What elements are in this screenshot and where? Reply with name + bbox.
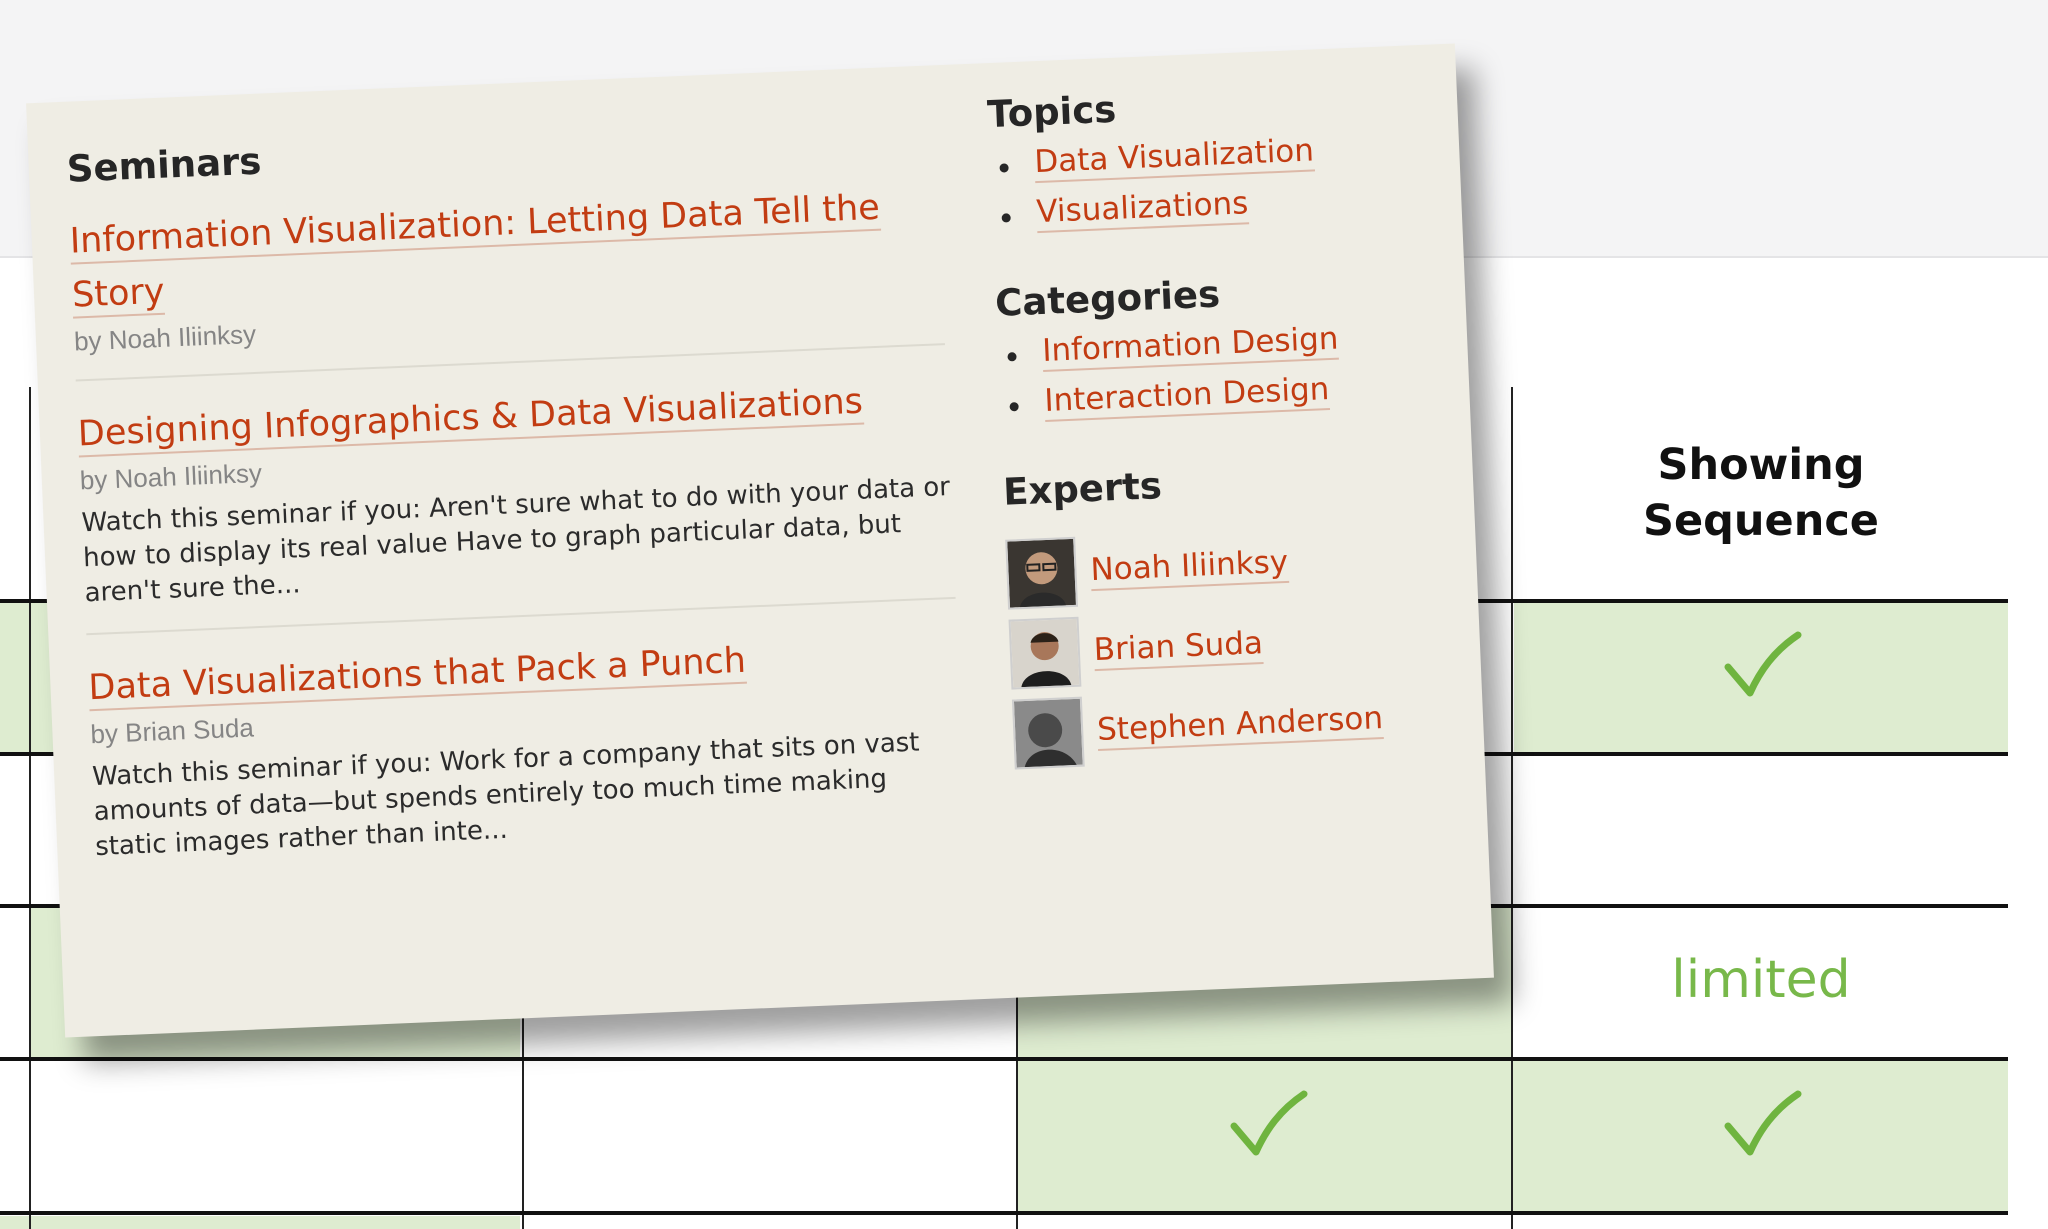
seminar-description: Watch this seminar if you: Work for a co… — [91, 727, 921, 863]
seminar-item: Designing Infographics & Data Visualizat… — [75, 343, 956, 634]
table-cell-green — [0, 1216, 520, 1229]
limited-label: limited — [1671, 950, 1851, 1010]
table-row-border — [0, 1211, 2008, 1215]
seminar-list: Information Visualization: Letting Data … — [69, 178, 967, 888]
topic-link[interactable]: Data Visualization — [1033, 132, 1315, 184]
column-header-showing-sequence: Showing Sequence — [1514, 385, 2008, 600]
seminar-item: Data Visualizations that Pack a Punch by… — [86, 596, 967, 888]
topics-heading: Topics — [986, 87, 1118, 137]
topic-link[interactable]: Visualizations — [1035, 185, 1250, 234]
seminar-card: Seminars Information Visualization: Lett… — [26, 43, 1494, 1038]
table-row-border — [0, 1057, 2008, 1061]
experts-heading: Experts — [1002, 464, 1163, 514]
avatar[interactable] — [1008, 616, 1082, 690]
categories-heading: Categories — [994, 272, 1221, 325]
category-link[interactable]: Information Design — [1041, 320, 1340, 372]
expert-item: Noah Iliinksy — [1005, 521, 1448, 610]
seminars-section: Seminars Information Visualization: Lett… — [65, 111, 967, 888]
seminar-description: Watch this seminar if you: Aren't sure w… — [81, 472, 951, 609]
seminars-heading: Seminars — [65, 139, 263, 191]
expert-item: Stephen Anderson — [1011, 681, 1455, 770]
expert-name-link[interactable]: Noah Iliinksy — [1089, 543, 1289, 591]
header-line: Sequence — [1643, 495, 1879, 546]
expert-name-link[interactable]: Brian Suda — [1093, 624, 1264, 671]
categories-list: Information Design Interaction Design — [997, 316, 1440, 422]
avatar[interactable] — [1011, 696, 1085, 770]
table-divider — [29, 387, 31, 1229]
list-item: Visualizations — [991, 178, 1432, 234]
table-divider — [1511, 387, 1513, 1229]
category-link[interactable]: Interaction Design — [1043, 371, 1331, 422]
topics-list: Data Visualization Visualizations — [989, 128, 1432, 234]
checkmark-icon — [1230, 1090, 1308, 1156]
list-item: Interaction Design — [999, 366, 1440, 422]
list-item: Data Visualization — [989, 128, 1430, 184]
table-cell-green — [1018, 1061, 2008, 1213]
avatar[interactable] — [1005, 536, 1079, 610]
list-item: Information Design — [997, 316, 1438, 372]
expert-item: Brian Suda — [1008, 601, 1452, 690]
sidebar: Topics Data Visualization Visualizations… — [986, 75, 1454, 780]
checkmark-icon — [1724, 631, 1802, 697]
expert-name-link[interactable]: Stephen Anderson — [1096, 699, 1384, 751]
header-line: Showing — [1657, 439, 1865, 490]
checkmark-icon — [1724, 1090, 1802, 1156]
